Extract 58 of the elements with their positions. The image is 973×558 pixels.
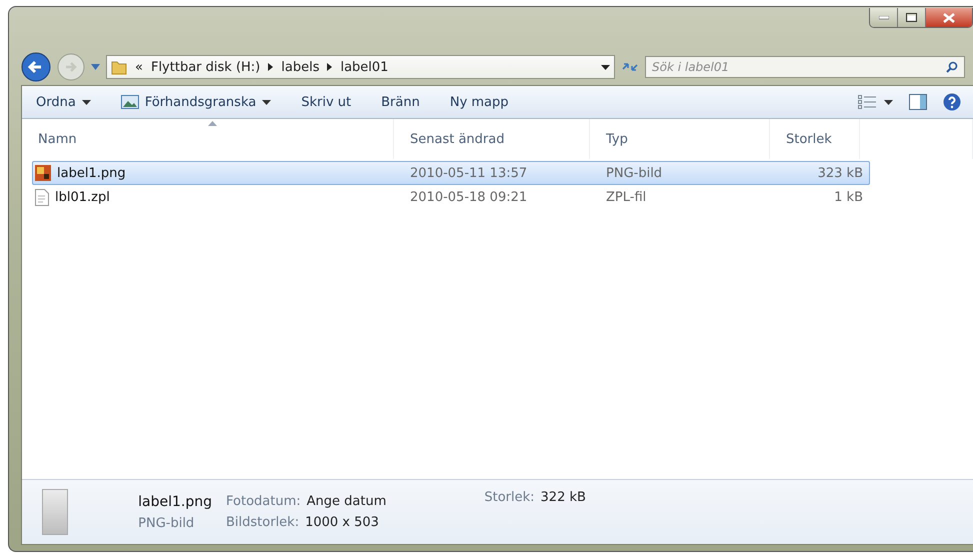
breadcrumb-item[interactable]: labels: [281, 60, 320, 74]
modified-date: 2010-05-11 13:57: [409, 166, 528, 180]
toolbar-button[interactable]: Ny mapp: [442, 92, 517, 112]
detail-label: Fotodatum:: [226, 494, 301, 509]
folder-icon: [111, 59, 127, 75]
breadcrumb-overflow[interactable]: «: [135, 60, 143, 74]
back-button[interactable]: [21, 52, 51, 82]
view-options-icon[interactable]: [858, 95, 876, 109]
breadcrumb-item[interactable]: Flyttbar disk (H:): [150, 60, 260, 74]
preview-pane-icon[interactable]: [909, 94, 927, 110]
search-field[interactable]: Sök i label01: [645, 56, 965, 78]
address-dropdown-icon[interactable]: [601, 64, 610, 70]
file-type: PNG-bild: [138, 516, 196, 530]
close-button[interactable]: [926, 8, 972, 27]
toolbar-button[interactable]: Bränn: [373, 92, 428, 112]
search-icon[interactable]: [946, 61, 958, 73]
sort-arrow-icon: [208, 121, 216, 126]
file-row[interactable]: label1.png 2010-05-11 13:57 PNG-bild 323 kB: [32, 161, 870, 185]
detail-label: Storlek:: [484, 490, 535, 505]
column-header[interactable]: Senast ändrad: [394, 119, 590, 159]
column-header[interactable]: Storlek: [770, 119, 860, 159]
document-icon: [35, 188, 49, 206]
file-row[interactable]: lbl01.zpl 2010-05-18 09:21 ZPL-fil 1 kB: [32, 185, 870, 209]
file-name: label1.png: [138, 494, 212, 510]
column-header[interactable]: Typ: [590, 119, 770, 159]
minimize-icon: [878, 16, 888, 20]
file-size: 1 kB: [833, 190, 864, 204]
minimize-button[interactable]: [870, 8, 898, 27]
file-size: 323 kB: [816, 166, 864, 180]
file-name: label1.png: [57, 166, 126, 180]
modified-date: 2010-05-18 09:21: [409, 190, 528, 204]
caret-icon[interactable]: [884, 100, 893, 104]
detail-value: 322 kB: [540, 490, 586, 505]
chevron-right-icon[interactable]: [268, 63, 274, 71]
caret-icon: [82, 100, 91, 104]
refresh-icon[interactable]: [621, 60, 639, 74]
image-file-icon: [35, 165, 51, 181]
thumbnail-image: [42, 489, 68, 535]
caret-icon: [262, 100, 272, 104]
maximize-icon: [906, 13, 917, 22]
maximize-button[interactable]: [898, 8, 926, 27]
file-name: lbl01.zpl: [55, 190, 110, 204]
address-bar[interactable]: « Flyttbar disk (H:) labels label01: [106, 55, 615, 79]
column-header[interactable]: Namn: [22, 119, 394, 159]
detail-value: 1000 x 503: [305, 515, 379, 530]
toolbar-button[interactable]: Skriv ut: [293, 92, 360, 112]
help-icon[interactable]: [943, 93, 961, 111]
file-type: ZPL-fil: [605, 190, 648, 204]
toolbar-button[interactable]: Förhandsgranska: [112, 92, 280, 112]
breadcrumb-item[interactable]: label01: [340, 60, 388, 74]
detail-value: Ange datum: [306, 494, 386, 509]
chevron-right-icon[interactable]: [327, 63, 332, 71]
close-icon: [943, 12, 955, 22]
detail-label: Bildstorlek:: [226, 515, 300, 530]
history-dropdown-icon[interactable]: [91, 64, 100, 70]
toolbar-button[interactable]: Ordna: [28, 92, 99, 112]
image-icon: [120, 95, 139, 109]
file-type: PNG-bild: [605, 166, 664, 180]
